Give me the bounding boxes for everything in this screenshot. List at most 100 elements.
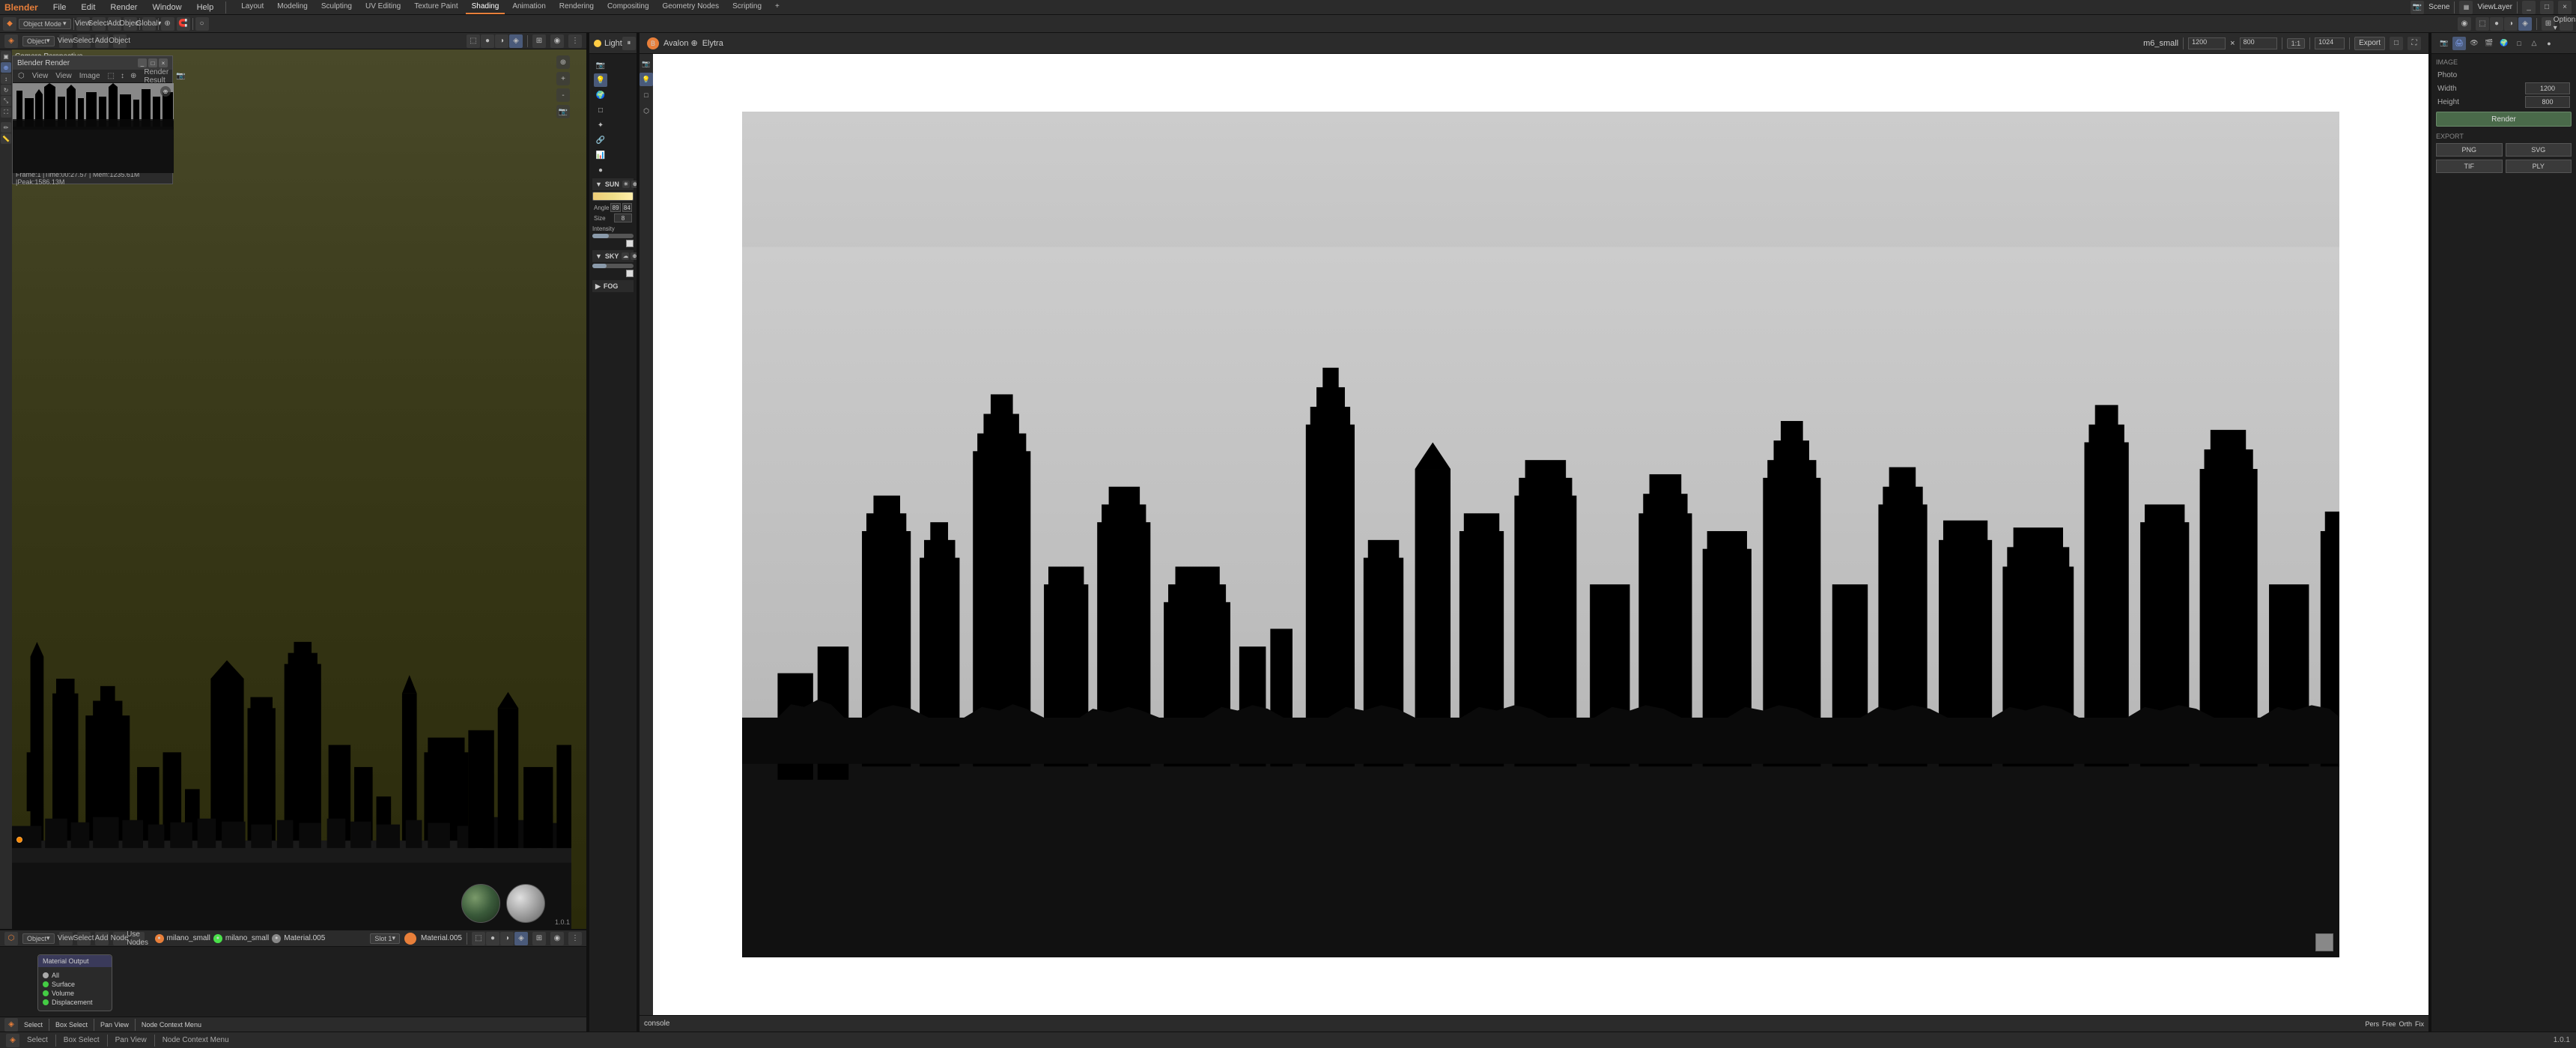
select-object-btn[interactable]: ◆ (3, 17, 16, 31)
node-editor-icon[interactable]: ⬡ (4, 932, 18, 945)
pers-tab[interactable]: Pers (2365, 1020, 2379, 1028)
node-shading-4[interactable]: ◈ (514, 932, 528, 945)
node-extra-btn[interactable]: ⋮ (568, 932, 582, 945)
view-menu-btn[interactable]: View (59, 34, 73, 48)
render-icon-2[interactable]: ↕ (118, 71, 127, 81)
vp-wireframe[interactable]: ⬚ (467, 34, 480, 48)
node-view-btn[interactable]: View (59, 932, 73, 945)
scene-selector[interactable]: 📷 (2411, 1, 2424, 14)
object-menu-btn-vp[interactable]: Object (113, 34, 127, 48)
sky-icon1[interactable]: ☁ (622, 252, 629, 260)
node-shading-3[interactable]: ◑ (500, 932, 514, 945)
transform-tool-btn[interactable]: ⛶ (1, 107, 11, 118)
workspace-tab-sculpting[interactable]: Sculpting (315, 1, 358, 14)
render-left-icon-3[interactable]: □ (640, 88, 653, 102)
render-icon-3[interactable]: ⊕ (128, 71, 139, 81)
measure-tool-btn[interactable]: 📏 (1, 133, 11, 144)
vp-overlay[interactable]: ◉ (550, 34, 564, 48)
sky-section-header[interactable]: ▼ SKY ☁ ⊕ (592, 250, 634, 262)
fix-tab[interactable]: Fix (2415, 1020, 2424, 1028)
solid-btn[interactable]: ● (2490, 17, 2503, 31)
render-window-toggle[interactable]: □ (2390, 37, 2403, 50)
height-input[interactable]: 800 (2525, 96, 2570, 108)
rotate-tool-btn[interactable]: ↻ (1, 85, 11, 95)
render-fullscreen[interactable]: ⛶ (2408, 37, 2421, 50)
zoom-out-btn[interactable]: - (556, 88, 570, 102)
workspace-tab-modeling[interactable]: Modeling (271, 1, 314, 14)
menu-window[interactable]: Window (149, 2, 184, 13)
menu-help[interactable]: Help (194, 2, 217, 13)
zoom-in-btn[interactable]: + (556, 72, 570, 85)
viewport-select-btn[interactable]: ◈ (4, 34, 18, 48)
res-x-input[interactable]: 1200 (2188, 37, 2226, 49)
fog-section-header[interactable]: ▶ FOG (592, 280, 634, 292)
workspace-tab-texture[interactable]: Texture Paint (408, 1, 464, 14)
node-shading-2[interactable]: ● (486, 932, 499, 945)
light-tab-render[interactable]: 📷 (594, 58, 607, 72)
move-tool-btn[interactable]: ↕ (1, 73, 11, 84)
render-view2-btn[interactable]: View (53, 71, 74, 81)
select-tool-btn[interactable]: ▣ (1, 51, 11, 61)
viewport-mode-badge[interactable]: Object▾ (22, 36, 55, 46)
vp-material[interactable]: ◑ (495, 34, 508, 48)
node-overlay-btn[interactable]: ◉ (550, 932, 564, 945)
bottom-icon-btn[interactable]: ◈ (6, 1034, 19, 1047)
intensity-slider[interactable] (592, 234, 634, 238)
free-tab[interactable]: Free (2382, 1020, 2396, 1028)
maximize-btn[interactable]: □ (2540, 1, 2554, 14)
workspace-tab-layout[interactable]: Layout (235, 1, 270, 14)
material-preview-btn[interactable]: ◑ (2504, 17, 2518, 31)
light-tab-data[interactable]: 📊 (594, 148, 607, 162)
sky-intensity-slider[interactable] (592, 264, 634, 268)
right-tab-material[interactable]: ● (2542, 37, 2556, 50)
render-left-icon-1[interactable]: 📷 (640, 57, 653, 70)
sun-icon1[interactable]: ☀ (622, 181, 630, 188)
add-menu-btn[interactable]: Add (95, 34, 109, 48)
select-menu-btn[interactable]: Select (77, 34, 91, 48)
options-btn[interactable]: Options ▾ (2560, 17, 2573, 31)
cursor-tool-btn[interactable]: ⊕ (1, 62, 11, 73)
right-tab-view[interactable]: 👁 (2467, 37, 2481, 50)
right-tab-output[interactable]: 🖨 (2452, 37, 2466, 50)
render-window-close[interactable]: × (159, 58, 168, 67)
workspace-tab-animation[interactable]: Animation (506, 1, 551, 14)
svg-export-btn[interactable]: SVG (2506, 143, 2572, 157)
node-use-nodes-btn[interactable]: Use Nodes (131, 932, 145, 945)
nav-gizmo-btn[interactable]: ⊕ (556, 55, 570, 69)
tile-size-input[interactable]: 1024 (2315, 37, 2345, 49)
minimize-btn[interactable]: _ (2522, 1, 2536, 14)
node-mode-badge[interactable]: Object▾ (22, 933, 55, 944)
tif-export-btn[interactable]: TIF (2436, 160, 2503, 173)
right-tab-object[interactable]: □ (2512, 37, 2526, 50)
workspace-tab-rendering[interactable]: Rendering (553, 1, 600, 14)
scale-tool-btn[interactable]: ⤡ (1, 96, 11, 106)
render-text-btn[interactable]: Render Result (142, 67, 171, 85)
vp-solid[interactable]: ● (481, 34, 494, 48)
snap-btn[interactable]: 🧲 (177, 17, 190, 31)
res-percent-badge[interactable]: 1:1 (2287, 38, 2306, 49)
render-image-btn[interactable]: Image (77, 71, 103, 81)
workspace-tab-uv[interactable]: UV Editing (359, 1, 407, 14)
light-tab-world[interactable]: 🌍 (594, 88, 607, 102)
size-val[interactable]: 8 (614, 213, 632, 222)
object-mode-dropdown[interactable]: Object Mode ▾ (19, 19, 71, 29)
menu-render[interactable]: Render (107, 2, 140, 13)
light-tab-particles[interactable]: ✦ (594, 118, 607, 132)
wireframe-btn[interactable]: ⬚ (2476, 17, 2489, 31)
close-btn[interactable]: × (2558, 1, 2572, 14)
right-tab-scene[interactable]: 🎬 (2482, 37, 2496, 50)
right-tab-mesh[interactable]: △ (2527, 37, 2541, 50)
node-shading-1[interactable]: ⬚ (472, 932, 485, 945)
sun-color-bar[interactable] (592, 192, 634, 201)
node-slot-badge[interactable]: Slot 1▾ (370, 933, 400, 944)
png-export-btn[interactable]: PNG (2436, 143, 2503, 157)
node-node-btn[interactable]: Node (113, 932, 127, 945)
orth-tab[interactable]: Orth (2399, 1020, 2412, 1028)
width-input[interactable]: 1200 (2525, 82, 2570, 94)
render-view-btn[interactable]: View (30, 71, 51, 81)
select-btn[interactable]: Select (92, 17, 106, 31)
light-tab-material[interactable]: ● (594, 163, 607, 177)
vp-options[interactable]: ⋮ (568, 34, 582, 48)
sky-icon2[interactable]: ⊕ (631, 252, 637, 260)
vp-gizmo[interactable]: ⊞ (532, 34, 546, 48)
